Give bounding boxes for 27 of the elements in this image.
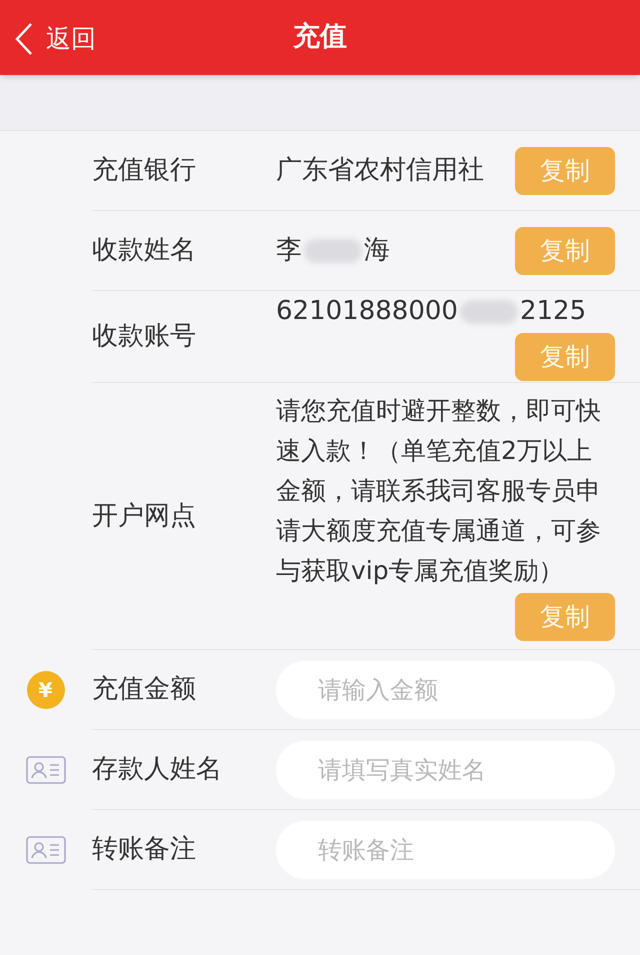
value-text: 2125 — [520, 295, 586, 328]
value-text: 广东省农村信用社 — [276, 154, 484, 187]
blur-mark — [304, 238, 362, 262]
id-card-icon — [26, 756, 66, 784]
row-label: 转账备注 — [92, 833, 197, 866]
id-card-icon — [26, 836, 66, 864]
row-label: 收款姓名 — [92, 234, 197, 267]
input-field[interactable]: 转账备注 — [276, 820, 615, 878]
value-text: 请您充值时避开整数，即可快速入款！（单笔充值2万以上金额，请联系我司客服专员申请大额度充值专属通道，可参与获取vip专属充值奖励） — [276, 395, 602, 587]
copy-button[interactable]: 复制 — [515, 593, 615, 641]
copy-button[interactable]: 复制 — [515, 146, 615, 194]
copy-button[interactable]: 复制 — [515, 333, 615, 381]
back-button[interactable]: 返回 — [14, 20, 96, 58]
copy-button[interactable]: 复制 — [515, 226, 615, 274]
row-label: 开户网点 — [92, 500, 197, 532]
row-label: 存款人姓名 — [92, 753, 223, 786]
input-field[interactable]: 请填写真实姓名 — [276, 740, 615, 798]
row-label: 充值银行 — [92, 154, 197, 187]
value-text: 海 — [364, 234, 390, 267]
value-text: 62101888000 — [276, 295, 458, 328]
yen-coin-icon: ¥ — [26, 671, 64, 709]
value-text: 李 — [276, 234, 302, 267]
blur-mark — [460, 300, 518, 324]
row-label: 充值金额 — [92, 673, 197, 706]
page-title: 充值 — [293, 20, 347, 54]
row-label: 收款账号 — [92, 320, 197, 353]
input-field[interactable]: 请输入金额 — [276, 660, 615, 718]
